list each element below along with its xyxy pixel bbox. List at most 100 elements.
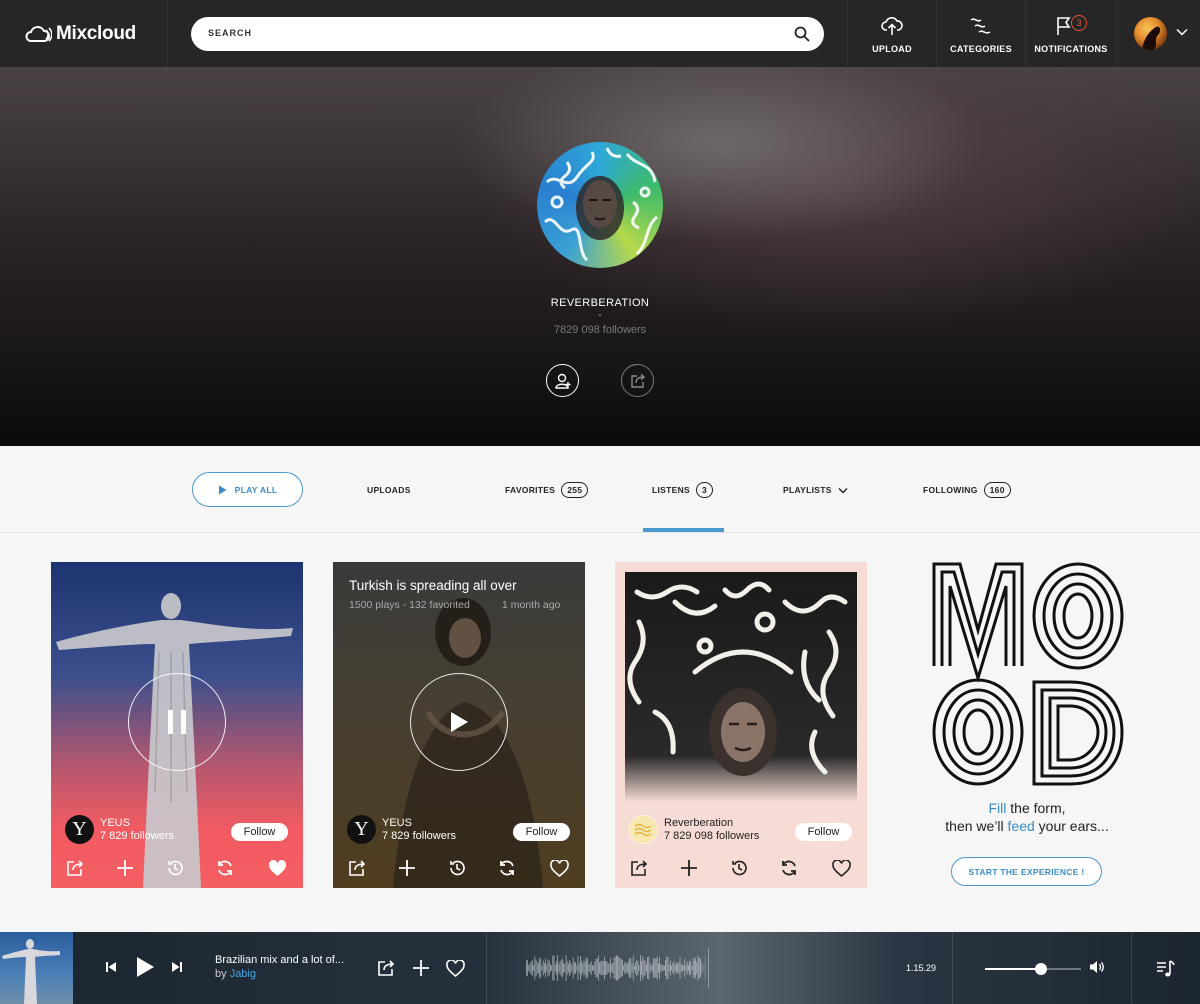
waveform-bar	[550, 964, 551, 972]
listen-later-button[interactable]	[727, 856, 751, 880]
listen-later-button[interactable]	[163, 856, 187, 880]
waveform-bar	[619, 957, 621, 979]
waveform-bar	[533, 965, 534, 971]
favorite-button[interactable]	[547, 856, 571, 880]
waveform-bar	[551, 965, 552, 971]
waveform-bar	[612, 963, 614, 973]
waveform-bar	[654, 958, 656, 978]
follow-button[interactable]: Follow	[231, 823, 288, 841]
owner-avatar[interactable]: Y	[65, 815, 94, 844]
tab-listens[interactable]: LISTENS 3	[652, 482, 714, 498]
pause-button[interactable]	[128, 673, 226, 771]
repost-button[interactable]	[777, 856, 801, 880]
repost-button[interactable]	[213, 856, 237, 880]
play-icon	[451, 712, 468, 732]
owner-name[interactable]: YEUS	[100, 817, 130, 829]
repost-button[interactable]	[495, 856, 519, 880]
waveform-bar	[617, 955, 618, 981]
mix-card[interactable]: Reverberation 7 829 098 followers Follow	[615, 562, 867, 888]
waveform-bar	[682, 964, 683, 972]
waveform-bar	[546, 964, 548, 972]
favorite-button[interactable]	[265, 856, 289, 880]
waveform-bar	[697, 955, 699, 981]
favorite-button[interactable]	[445, 958, 465, 978]
play-all-button[interactable]: PLAY ALL	[192, 472, 303, 507]
waveform-bar	[556, 961, 557, 975]
waveform-bar	[569, 959, 570, 977]
add-to-playlist-button[interactable]	[395, 856, 419, 880]
waveform-bar	[545, 958, 546, 978]
waveform-bar	[696, 962, 698, 974]
listen-later-button[interactable]	[445, 856, 469, 880]
volume-icon	[1090, 961, 1104, 973]
owner-name[interactable]: Reverberation	[664, 817, 733, 829]
volume-knob[interactable]	[1034, 963, 1047, 975]
search-icon[interactable]	[794, 26, 810, 42]
plus-icon	[413, 960, 429, 976]
tab-following[interactable]: FOLLOWING 160	[923, 482, 1011, 498]
add-to-playlist-button[interactable]	[411, 958, 431, 978]
play-pause-button[interactable]	[134, 954, 156, 980]
start-experience-button[interactable]: START THE EXPERIENCE !	[951, 857, 1102, 886]
share-icon	[67, 860, 84, 876]
add-to-playlist-button[interactable]	[113, 856, 137, 880]
now-playing-title[interactable]: Brazilian mix and a lot of...	[215, 954, 344, 966]
waveform-bar	[656, 956, 658, 980]
waveform-bar	[610, 957, 611, 979]
tab-uploads[interactable]: UPLOADS	[367, 482, 411, 498]
mix-card[interactable]: Turkish is spreading all over 1500 plays…	[333, 562, 585, 888]
waveform-bar	[528, 964, 530, 972]
share-icon	[378, 960, 395, 976]
categories-button[interactable]: CATEGORIES	[937, 0, 1025, 67]
heart-outline-icon	[549, 859, 569, 877]
history-icon	[450, 860, 465, 876]
share-button[interactable]	[63, 856, 87, 880]
add-to-playlist-button[interactable]	[677, 856, 701, 880]
artist-link[interactable]: Jabig	[230, 968, 256, 980]
waveform-bar	[558, 963, 560, 973]
share-profile-button[interactable]	[621, 364, 654, 397]
waveform-bar	[653, 958, 654, 978]
waveform-bar	[590, 961, 592, 975]
now-playing-artist-line: by Jabig	[215, 968, 256, 980]
waveform-bar	[625, 962, 627, 974]
chevron-down-icon[interactable]	[1176, 28, 1188, 36]
mute-button[interactable]	[1088, 958, 1106, 976]
owner-name[interactable]: YEUS	[382, 817, 412, 829]
owner-avatar[interactable]	[629, 815, 658, 844]
user-avatar[interactable]	[1134, 17, 1167, 50]
share-button[interactable]	[376, 958, 396, 978]
waveform-bar	[650, 965, 652, 971]
follow-profile-button[interactable]	[546, 364, 579, 397]
next-track-button[interactable]	[169, 958, 185, 976]
waveform-bar	[577, 955, 579, 981]
mix-title[interactable]: Turkish is spreading all over	[349, 578, 517, 593]
waveform-bar	[690, 961, 692, 975]
owner-followers: 7 829 098 followers	[664, 830, 760, 842]
waveform-seekbar[interactable]	[486, 948, 906, 988]
queue-button[interactable]	[1156, 959, 1176, 979]
now-playing-thumbnail[interactable]	[0, 932, 73, 1004]
owner-avatar[interactable]: Y	[347, 815, 376, 844]
waveform-bar	[596, 958, 598, 978]
search-input[interactable]: SEARCH	[191, 17, 824, 51]
waveform-bar	[608, 963, 610, 973]
volume-slider[interactable]	[985, 963, 1081, 975]
tab-playlists[interactable]: PLAYLISTS	[783, 482, 848, 498]
tab-favorites[interactable]: FAVORITES 255	[505, 482, 589, 498]
waveform-bar	[676, 962, 677, 974]
follow-button[interactable]: Follow	[795, 823, 852, 841]
mix-card[interactable]: Y YEUS 7 829 followers Follow	[51, 562, 303, 888]
share-button[interactable]	[627, 856, 651, 880]
notifications-button[interactable]: 3 NOTIFICATIONS	[1026, 0, 1116, 67]
notifications-label: NOTIFICATIONS	[1034, 43, 1108, 54]
play-button[interactable]	[410, 673, 508, 771]
follow-button[interactable]: Follow	[513, 823, 570, 841]
upload-button[interactable]: UPLOAD	[848, 0, 936, 67]
share-button[interactable]	[345, 856, 369, 880]
mood-logo-art	[932, 562, 1124, 786]
previous-track-button[interactable]	[103, 958, 119, 976]
mixcloud-logo[interactable]: Mixcloud	[24, 22, 136, 46]
following-count-badge: 160	[983, 482, 1011, 498]
favorite-button[interactable]	[829, 856, 853, 880]
